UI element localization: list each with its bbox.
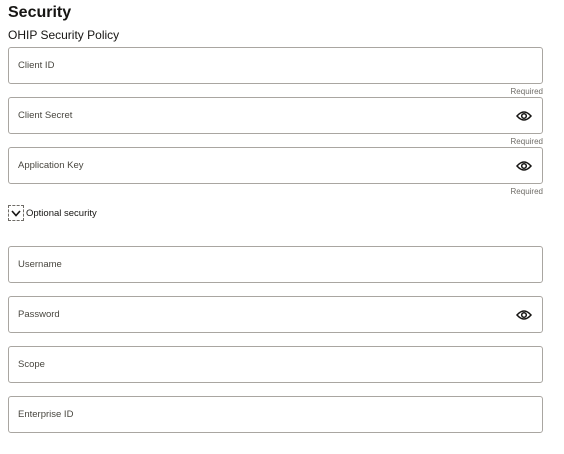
section-subtitle: OHIP Security Policy [8, 28, 120, 42]
password-field[interactable]: Password [8, 296, 543, 333]
eye-icon[interactable] [516, 307, 532, 323]
client-id-required-hint: Required [510, 87, 543, 96]
client-id-field[interactable]: Client ID [8, 47, 543, 84]
scope-field[interactable]: Scope [8, 346, 543, 383]
client-secret-field[interactable]: Client Secret [8, 97, 543, 134]
application-key-required-hint: Required [510, 187, 543, 196]
application-key-field[interactable]: Application Key [8, 147, 543, 184]
eye-icon[interactable] [516, 158, 532, 174]
eye-icon[interactable] [516, 108, 532, 124]
enterprise-id-placeholder: Enterprise ID [18, 409, 74, 420]
section-title: Security [8, 4, 72, 21]
password-placeholder: Password [18, 309, 60, 320]
chevron-down-icon[interactable] [8, 205, 24, 221]
application-key-placeholder: Application Key [18, 160, 84, 171]
client-id-placeholder: Client ID [18, 60, 55, 71]
username-placeholder: Username [18, 259, 62, 270]
optional-security-label: Optional security [26, 207, 97, 219]
enterprise-id-field[interactable]: Enterprise ID [8, 396, 543, 433]
optional-security-toggle[interactable]: Optional security [8, 205, 97, 221]
username-field[interactable]: Username [8, 246, 543, 283]
client-secret-placeholder: Client Secret [18, 110, 73, 121]
scope-placeholder: Scope [18, 359, 45, 370]
client-secret-required-hint: Required [510, 137, 543, 146]
